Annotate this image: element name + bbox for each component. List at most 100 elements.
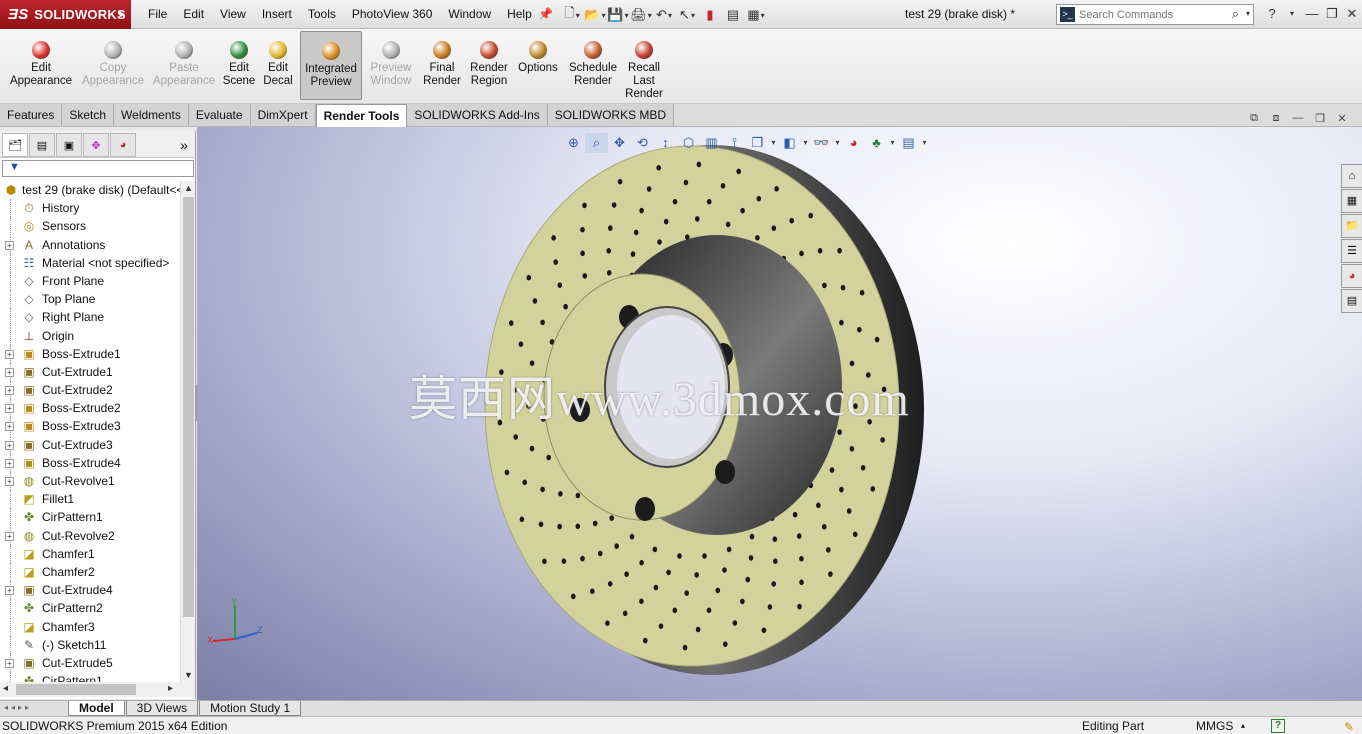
tree-item-cut-revolve1[interactable]: + ◍ Cut-Revolve1: [0, 472, 180, 490]
file-properties-icon[interactable]: ▤: [723, 5, 743, 25]
view-orientation-icon[interactable]: ❒: [746, 133, 769, 153]
view-settings-icon[interactable]: ▤: [897, 133, 920, 153]
menu-file[interactable]: File: [140, 0, 175, 29]
apply-scene-icon[interactable]: ♣: [865, 133, 888, 153]
tile-viewport-icon[interactable]: ⧉: [1243, 112, 1265, 125]
menu-help[interactable]: Help: [499, 0, 540, 29]
viewport-restore-icon[interactable]: ❐: [1309, 112, 1331, 125]
tree-item-cut-extrude1[interactable]: + ▣ Cut-Extrude1: [0, 362, 180, 381]
tree-item-cirpattern1[interactable]: ✤ CirPattern1: [0, 672, 180, 682]
final-render-button[interactable]: Final Render: [422, 41, 462, 88]
tab-render-tools[interactable]: Render Tools: [315, 104, 408, 127]
tab-motion-study-1[interactable]: Motion Study 1: [199, 701, 302, 716]
preview-window-button[interactable]: Preview Window: [366, 41, 416, 88]
search-icon[interactable]: ⌕: [1232, 6, 1239, 22]
menu-view[interactable]: View: [212, 0, 254, 29]
tree-item-boss-extrude2[interactable]: + ▣ Boss-Extrude2: [0, 399, 180, 418]
tree-item-boss-extrude1[interactable]: + ▣ Boss-Extrude1: [0, 344, 180, 363]
scroll-thumb[interactable]: [183, 197, 194, 617]
expand-icon[interactable]: +: [5, 422, 14, 432]
unit-system-selector[interactable]: MMGS: [1196, 717, 1233, 734]
zoom-to-fit-icon[interactable]: ⊕: [562, 133, 585, 153]
scroll-up-icon[interactable]: ▲: [184, 183, 193, 193]
more-tabs-icon[interactable]: »: [174, 133, 194, 157]
pan-icon[interactable]: ✥: [608, 133, 631, 153]
integrated-preview-button[interactable]: Integrated Preview: [300, 31, 362, 100]
tree-item-cut-extrude2[interactable]: + ▣ Cut-Extrude2: [0, 381, 180, 400]
view-orientation-dropdown-icon[interactable]: ▾: [769, 133, 778, 153]
expand-icon[interactable]: +: [5, 386, 14, 396]
edit-decal-button[interactable]: Edit Decal: [262, 41, 294, 88]
pin-icon[interactable]: 📌: [538, 7, 553, 21]
tree-root[interactable]: ⬢ test 29 (brake disk) (Default<<: [0, 181, 180, 199]
tab-solidworks-mbd[interactable]: SOLIDWORKS MBD: [547, 104, 675, 126]
tree-item-cut-extrude3[interactable]: + ▣ Cut-Extrude3: [0, 435, 180, 454]
solidworks-logo[interactable]: ƎS SOLIDWORKS ▸: [0, 0, 131, 29]
tree-item-top-plane[interactable]: ◇ Top Plane: [0, 290, 180, 309]
undo-icon[interactable]: ↶ ▾: [654, 5, 674, 25]
new-document-icon[interactable]: 🗋 ▾: [562, 5, 582, 25]
edit-appearance-icon[interactable]: ◕: [842, 133, 865, 153]
quick-tips-icon[interactable]: ?: [1271, 719, 1285, 733]
tab-solidworks-add-ins[interactable]: SOLIDWORKS Add-Ins: [407, 104, 548, 126]
tree-item-chamfer1[interactable]: ◪ Chamfer1: [0, 544, 180, 563]
search-input[interactable]: [1079, 6, 1229, 23]
help-icon[interactable]: ?: [1262, 4, 1282, 24]
tree-item-cut-extrude4[interactable]: + ▣ Cut-Extrude4: [0, 581, 180, 600]
minimize-window-icon[interactable]: —: [1302, 4, 1322, 24]
hscroll-thumb[interactable]: [16, 684, 136, 695]
expand-icon[interactable]: +: [5, 586, 14, 596]
close-window-icon[interactable]: ✕: [1342, 4, 1362, 24]
edit-appearance-button[interactable]: Edit Appearance: [8, 41, 74, 88]
paste-appearance-button[interactable]: Paste Appearance: [150, 41, 218, 88]
tab-3d-views[interactable]: 3D Views: [125, 701, 199, 716]
rebuild-traffic-light-icon[interactable]: ▮: [700, 5, 720, 25]
expand-icon[interactable]: +: [5, 477, 14, 486]
tab-weldments[interactable]: Weldments: [114, 104, 189, 126]
tree-item-right-plane[interactable]: ◇ Right Plane: [0, 308, 180, 327]
scroll-right-icon[interactable]: ▸: [168, 683, 173, 694]
rotate-icon[interactable]: ⟲: [631, 133, 654, 153]
recall-last-render-button[interactable]: Recall Last Render: [625, 41, 663, 101]
expand-icon[interactable]: +: [5, 531, 14, 541]
menu-window[interactable]: Window: [440, 0, 499, 29]
schedule-render-button[interactable]: Schedule Render: [565, 41, 621, 88]
graphics-viewport[interactable]: ⊕ ⌕ ✥ ⟲ ↕ ⬡ ▥ ⟟ ❒ ▾ ◧ ▾ 👓 ▾ ◕ ♣ ▾ ▤ ▾ ⌂ ▦ 📁 ☰…: [197, 127, 1362, 700]
custom-properties-icon[interactable]: ▤: [1341, 289, 1362, 313]
tree-item-history[interactable]: ⏱ History: [0, 199, 180, 218]
options-button[interactable]: Options: [515, 41, 561, 75]
tree-item-sketch11[interactable]: ✎ (-) Sketch11: [0, 635, 180, 654]
expand-icon[interactable]: +: [5, 658, 14, 668]
appearances-scenes-icon[interactable]: ◕: [1341, 264, 1362, 288]
tree-item-annotations[interactable]: + A Annotations: [0, 235, 180, 254]
unit-system-arrow-icon[interactable]: ▴: [1241, 717, 1245, 734]
save-icon[interactable]: 💾 ▾: [607, 5, 628, 25]
expand-icon[interactable]: +: [5, 440, 14, 450]
tree-vertical-scrollbar[interactable]: ▲ ▼: [180, 181, 195, 682]
tab-scroll-arrows-icon[interactable]: ◂◂▸▸: [0, 701, 68, 716]
zoom-in-out-icon[interactable]: ↕: [654, 133, 677, 153]
expand-icon[interactable]: +: [5, 240, 14, 250]
edit-scene-button[interactable]: Edit Scene: [222, 41, 256, 88]
tree-item-front-plane[interactable]: ◇ Front Plane: [0, 271, 180, 290]
configuration-manager-tab-icon[interactable]: ▣: [56, 133, 82, 157]
tree-filter-field[interactable]: ▼: [2, 160, 194, 177]
display-style-dropdown-icon[interactable]: ▾: [801, 133, 810, 153]
design-library-icon[interactable]: ▦: [1341, 189, 1362, 213]
tree-item-boss-extrude4[interactable]: + ▣ Boss-Extrude4: [0, 453, 180, 472]
expand-icon[interactable]: +: [5, 404, 14, 414]
tree-item-chamfer2[interactable]: ◪ Chamfer2: [0, 562, 180, 581]
tab-sketch[interactable]: Sketch: [62, 104, 115, 126]
options-icon[interactable]: ▦ ▾: [746, 5, 766, 25]
scroll-left-icon[interactable]: ◂: [3, 683, 8, 694]
menu-edit[interactable]: Edit: [175, 0, 212, 29]
tab-evaluate[interactable]: Evaluate: [188, 104, 251, 126]
search-commands-box[interactable]: >_ ⌕ ▾: [1056, 4, 1254, 25]
previous-view-icon[interactable]: ⬡: [677, 133, 700, 153]
zoom-to-area-icon[interactable]: ⌕: [585, 133, 608, 153]
menu-photoview-360[interactable]: PhotoView 360: [344, 0, 441, 29]
scroll-down-icon[interactable]: ▼: [184, 670, 193, 680]
expand-icon[interactable]: +: [5, 458, 14, 468]
menu-tools[interactable]: Tools: [300, 0, 344, 29]
section-view-icon[interactable]: ▥: [700, 133, 723, 153]
